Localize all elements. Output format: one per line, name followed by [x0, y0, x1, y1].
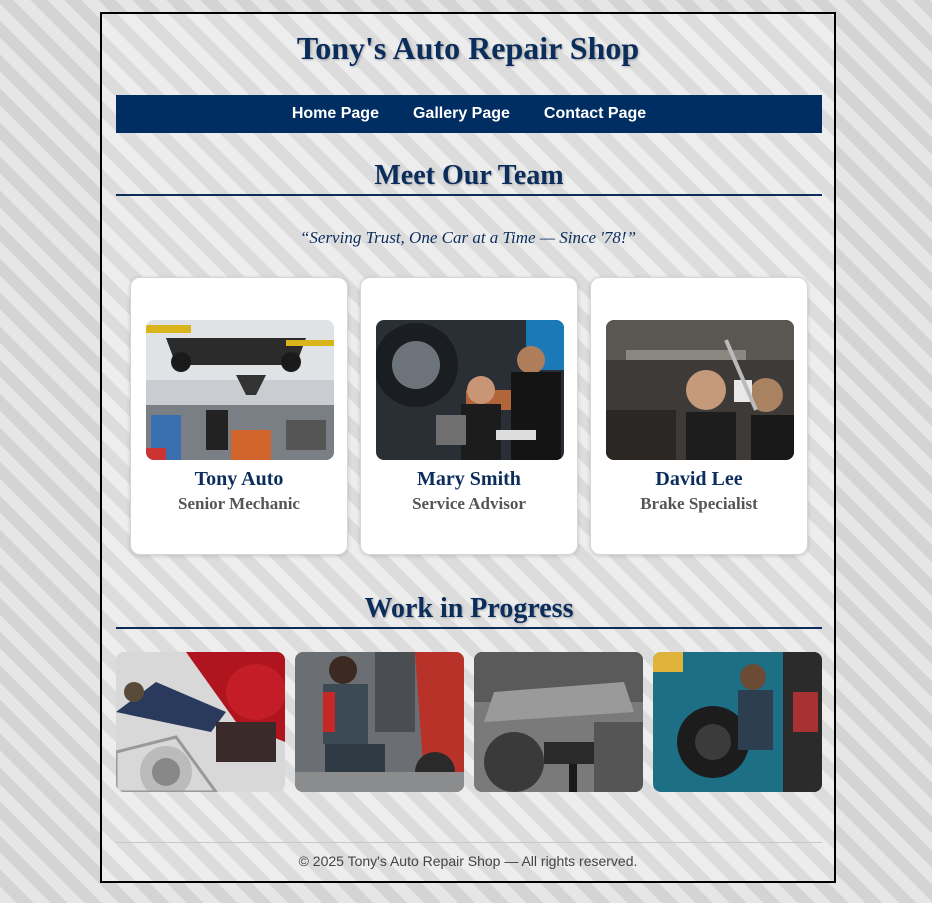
- member-name: David Lee: [655, 468, 743, 490]
- tagline: “Serving Trust, One Car at a Time — Sinc…: [299, 228, 637, 247]
- nav-gallery-link[interactable]: Gallery Page: [413, 105, 510, 123]
- gallery-heading: Work in Progress: [116, 593, 822, 629]
- site-title: Tony's Auto Repair Shop: [296, 30, 640, 66]
- footer-divider: [116, 842, 822, 843]
- member-role: Brake Specialist: [640, 494, 758, 513]
- team-photo-david: [606, 320, 794, 460]
- member-name: Tony Auto: [194, 468, 284, 490]
- footer-text: © 2025 Tony's Auto Repair Shop — All rig…: [298, 853, 638, 869]
- wip-photo-red-car: [116, 652, 285, 792]
- member-role: Senior Mechanic: [178, 494, 300, 513]
- member-role: Service Advisor: [412, 494, 526, 513]
- team-card: Mary Smith Service Advisor: [360, 277, 578, 555]
- team-card: David Lee Brake Specialist: [590, 277, 808, 555]
- page-container: Tony's Auto Repair Shop Home Page Galler…: [100, 12, 836, 883]
- member-name: Mary Smith: [417, 468, 521, 490]
- nav-home-link[interactable]: Home Page: [292, 105, 379, 123]
- team-photo-mary: [376, 320, 564, 460]
- wip-photo-tire-shop: [653, 652, 822, 792]
- main-nav: Home Page Gallery Page Contact Page: [116, 95, 822, 133]
- team-heading: Meet Our Team: [116, 160, 822, 196]
- wip-photo-tire-mechanic: [295, 652, 464, 792]
- wip-photo-underbody-bw: [474, 652, 643, 792]
- team-card: Tony Auto Senior Mechanic: [130, 277, 348, 555]
- team-photo-tony: [146, 320, 334, 460]
- nav-contact-link[interactable]: Contact Page: [544, 105, 646, 123]
